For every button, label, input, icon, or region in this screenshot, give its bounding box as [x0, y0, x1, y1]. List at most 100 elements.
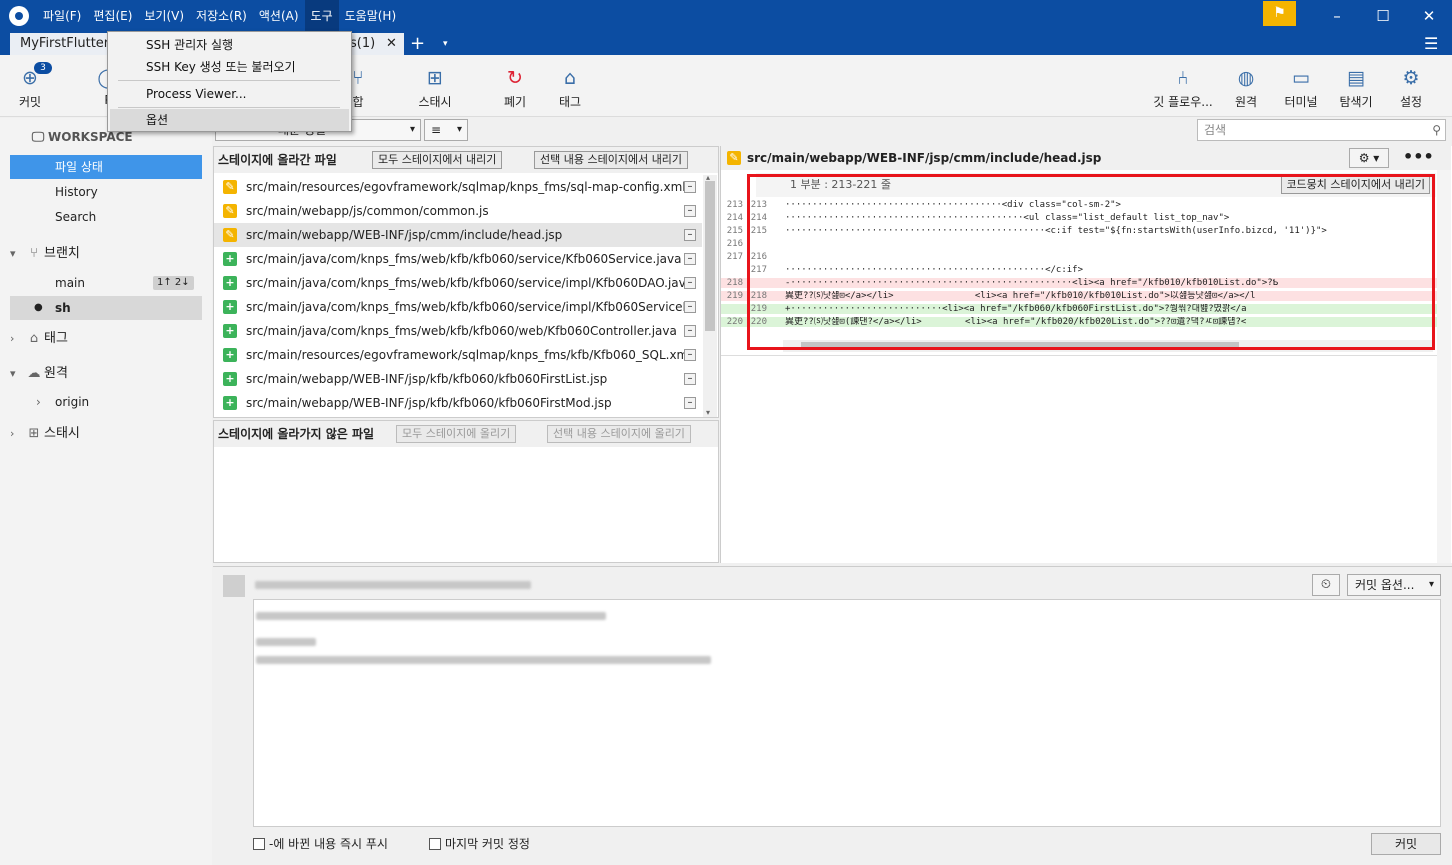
sidebar-item-file-status[interactable]: 파일 상태	[10, 155, 202, 179]
menu-item-process-viewer[interactable]: Process Viewer...	[110, 83, 349, 105]
flag-icon[interactable]: ⚑	[1263, 1, 1296, 26]
terminal-button[interactable]: ▭ 터미널	[1271, 65, 1331, 110]
unstage-all-button[interactable]: 모두 스테이지에서 내리기	[372, 151, 503, 169]
unstaged-header: 스테이지에 올라가지 않은 파일 모두 스테이지에 올리기 선택 내용 스테이지…	[214, 421, 718, 447]
scroll-up-icon[interactable]: ▴	[706, 173, 710, 182]
commit-button[interactable]: ⊕ 커밋	[0, 65, 60, 110]
staged-file-row[interactable]: + src/main/resources/egovframework/sqlmap…	[214, 343, 702, 367]
tab-repo-first[interactable]: MyFirstFlutter	[10, 33, 110, 55]
staged-file-row[interactable]: + src/main/java/com/knps_fms/web/kfb/kfb0…	[214, 295, 702, 319]
stage-all-button[interactable]: 모두 스테이지에 올리기	[396, 425, 517, 443]
sidebar-remote-origin[interactable]: › origin	[10, 390, 202, 414]
staged-file-row[interactable]: ✎ src/main/webapp/js/common/common.js –	[214, 199, 702, 223]
commit-submit-button[interactable]: 커밋	[1371, 833, 1441, 855]
unstage-file-icon[interactable]: –	[684, 253, 696, 265]
remotes-label: 원격	[44, 366, 68, 381]
explorer-button[interactable]: ▤ 탐색기	[1326, 65, 1386, 110]
workspace-label: WORKSPACE	[48, 130, 133, 144]
old-line-number: 219	[726, 291, 743, 301]
file-path: src/main/webapp/WEB-INF/jsp/kfb/kfb060/k…	[246, 396, 612, 410]
sidebar-remotes-header[interactable]: ▾ ☁ 원격	[10, 361, 68, 387]
folder-icon: ▤	[1347, 67, 1365, 89]
tab-label: s(1)	[350, 36, 376, 51]
commit-message-input[interactable]	[253, 599, 1441, 827]
stash-button[interactable]: ⊞ 스태시	[405, 65, 465, 110]
unstage-file-icon[interactable]: –	[684, 205, 696, 217]
unstage-file-icon[interactable]: –	[684, 277, 696, 289]
file-path: src/main/webapp/WEB-INF/jsp/kfb/kfb060/k…	[246, 372, 608, 386]
git-flow-label: 깃 플로우...	[1153, 95, 1213, 109]
menu-repository[interactable]: 저장소(R)	[190, 0, 253, 33]
settings-button[interactable]: ⚙ 설정	[1381, 65, 1441, 110]
menu-item-ssh-key[interactable]: SSH Key 생성 또는 불러오기	[110, 56, 349, 78]
menu-file[interactable]: 파일(F)	[37, 0, 87, 33]
staged-file-row[interactable]: ✎ src/main/webapp/WEB-INF/jsp/cmm/include…	[214, 223, 702, 247]
staged-file-row[interactable]: + src/main/webapp/WEB-INF/jsp/kfb/kfb060/…	[214, 391, 702, 415]
add-tab-icon[interactable]: +	[410, 33, 425, 55]
unstage-file-icon[interactable]: –	[684, 397, 696, 409]
vertical-scrollbar[interactable]: ▾ ▴	[703, 173, 717, 417]
unstage-selected-button[interactable]: 선택 내용 스테이지에서 내리기	[534, 151, 689, 169]
staged-file-row[interactable]: + src/main/java/com/knps_fms/web/kfb/kfb0…	[214, 247, 702, 271]
unstage-file-icon[interactable]: –	[684, 181, 696, 193]
more-options-icon[interactable]: •••	[1403, 146, 1434, 168]
menu-edit[interactable]: 편집(E)	[87, 0, 138, 33]
scrollbar-thumb[interactable]	[705, 181, 715, 331]
terminal-label: 터미널	[1284, 95, 1318, 109]
menu-item-options[interactable]: 옵션	[110, 109, 349, 131]
staged-file-row[interactable]: + src/main/java/com/knps_fms/web/kfb/kfb0…	[214, 271, 702, 295]
monitor-icon: 🖵	[31, 130, 45, 145]
sidebar-stashes-header[interactable]: › ⊞ 스태시	[10, 421, 80, 447]
menu-help[interactable]: 도움말(H)	[339, 0, 403, 33]
stage-selected-button[interactable]: 선택 내용 스테이지에 올리기	[547, 425, 691, 443]
menu-item-ssh-agent[interactable]: SSH 관리자 실행	[110, 34, 349, 56]
staged-file-row[interactable]: + src/main/java/com/knps_fms/web/kfb/kfb0…	[214, 319, 702, 343]
unstage-file-icon[interactable]: –	[684, 301, 696, 313]
scroll-down-icon[interactable]: ▾	[706, 408, 710, 417]
branch-main-label: main	[55, 276, 85, 290]
unstage-file-icon[interactable]: –	[684, 325, 696, 337]
remote-button[interactable]: ◍ 원격	[1216, 65, 1276, 110]
checkbox-box[interactable]	[429, 838, 441, 850]
git-flow-button[interactable]: ⑃ 깃 플로우...	[1146, 65, 1220, 110]
old-line-number: 214	[726, 213, 743, 223]
globe-icon: ◍	[1237, 67, 1255, 89]
hamburger-menu-icon[interactable]: ☰	[1424, 33, 1438, 55]
unstage-file-icon[interactable]: –	[684, 373, 696, 385]
unstage-file-icon[interactable]: –	[684, 229, 696, 241]
diff-vertical-scrollbar[interactable]	[1437, 170, 1451, 563]
stash-label: 스태시	[418, 95, 452, 109]
staged-file-row[interactable]: ✎ src/main/resources/egovframework/sqlmap…	[214, 175, 702, 199]
push-now-checkbox[interactable]: -에 바뀐 내용 즉시 푸시	[253, 837, 388, 851]
added-file-icon: +	[223, 348, 237, 362]
menu-actions[interactable]: 액션(A)	[253, 0, 305, 33]
sidebar-branch-main[interactable]: main 1↑ 2↓	[10, 271, 202, 295]
chevron-down-icon: ▾	[456, 124, 462, 135]
sidebar-branches-header[interactable]: ▾ ⑂ 브랜치	[10, 241, 80, 267]
added-file-icon: +	[223, 324, 237, 338]
checkbox-box[interactable]	[253, 838, 265, 850]
menu-tools[interactable]: 도구	[304, 0, 339, 33]
file-path: src/main/resources/egovframework/sqlmap/…	[246, 348, 686, 362]
menu-view[interactable]: 보기(V)	[138, 0, 190, 33]
view-mode-dropdown[interactable]: ≡ ▾	[424, 119, 468, 141]
maximize-button[interactable]: ☐	[1360, 0, 1406, 33]
unstage-file-icon[interactable]: –	[684, 349, 696, 361]
search-icon: ⚲	[1432, 123, 1441, 137]
amend-checkbox[interactable]: 마지막 커밋 정정	[429, 837, 530, 851]
sidebar-item-history[interactable]: History	[10, 180, 202, 204]
tab-list-chevron-icon[interactable]: ▾	[443, 33, 448, 55]
sidebar-branch-sh[interactable]: ● sh	[10, 296, 202, 320]
minimize-button[interactable]: –	[1314, 0, 1360, 33]
discard-button[interactable]: ↻ 폐기	[485, 65, 545, 110]
tag-button[interactable]: ⌂ 태그	[540, 65, 600, 110]
tab-close-icon[interactable]: ✕	[386, 33, 397, 55]
close-window-button[interactable]: ✕	[1406, 0, 1452, 33]
staged-file-row[interactable]: + src/main/webapp/WEB-INF/jsp/kfb/kfb060/…	[214, 367, 702, 391]
sidebar-tags-header[interactable]: › ⌂ 태그	[10, 326, 68, 352]
search-input[interactable]: 검색 ⚲	[1197, 119, 1446, 141]
sidebar-item-search[interactable]: Search	[10, 205, 202, 229]
commit-history-button[interactable]: ⏲	[1312, 574, 1340, 596]
commit-options-dropdown[interactable]: 커밋 옵션... ▾	[1347, 574, 1441, 596]
diff-options-gear-icon[interactable]: ⚙ ▾	[1349, 148, 1389, 168]
